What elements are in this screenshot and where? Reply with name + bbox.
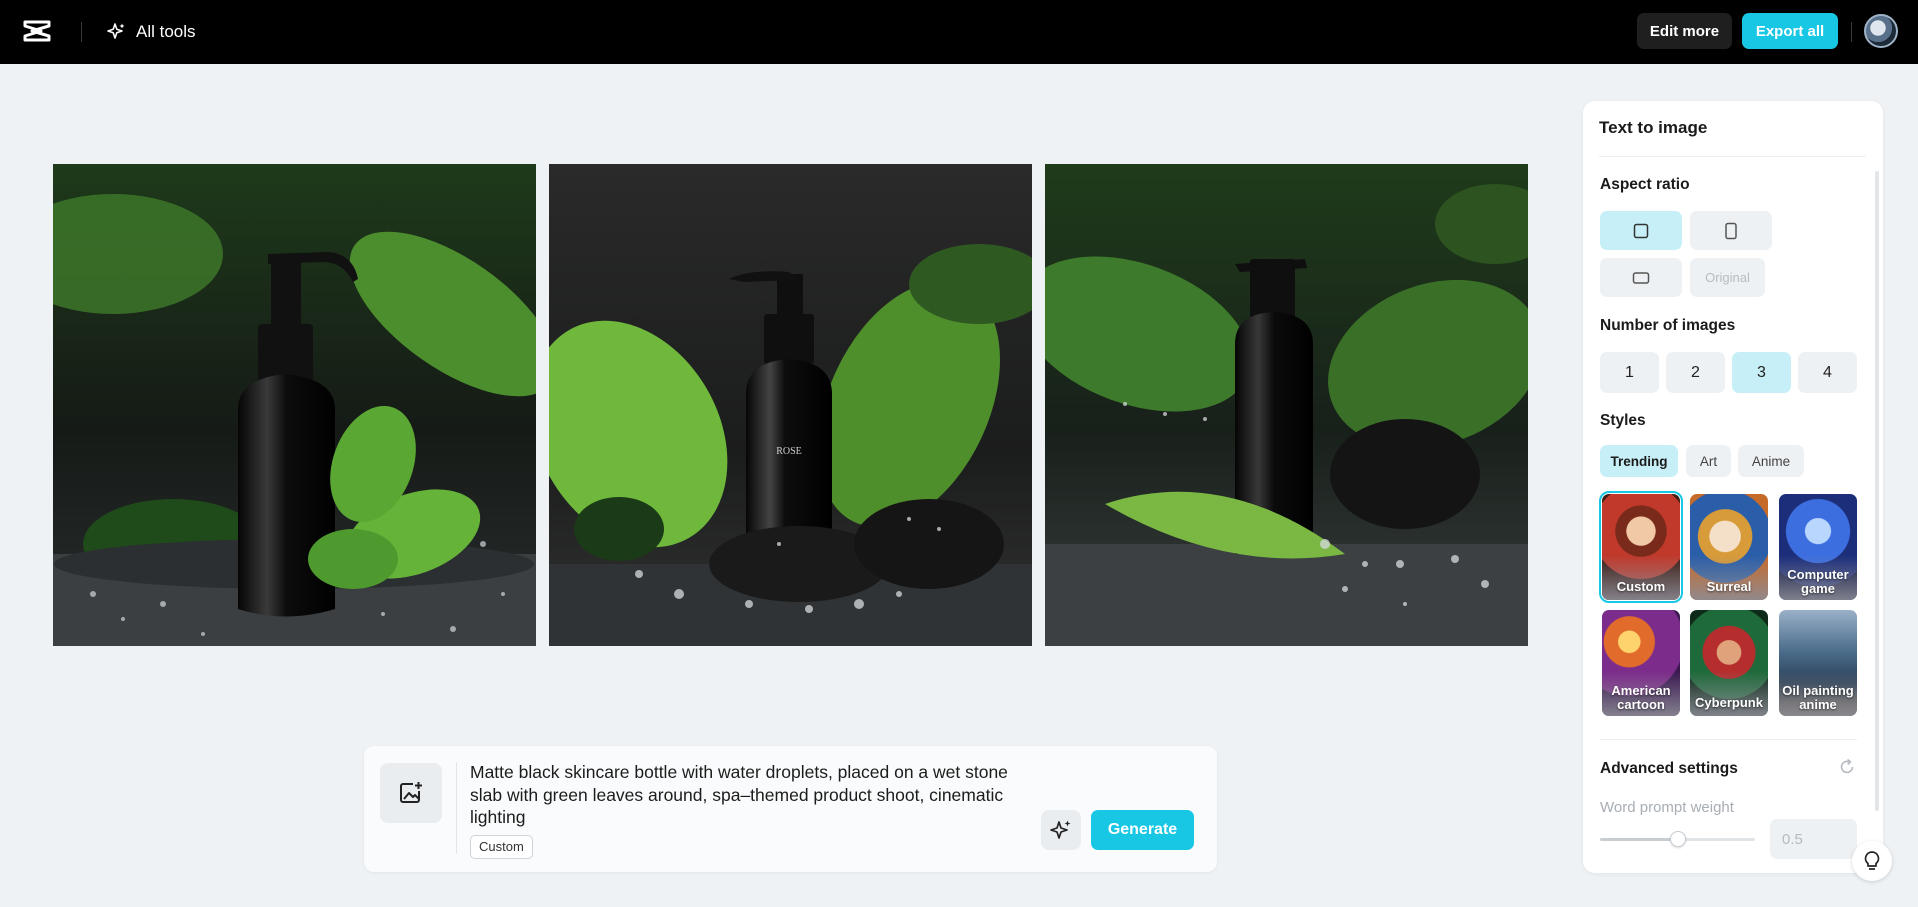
sparkle-icon [107, 23, 125, 39]
capcut-logo[interactable] [22, 18, 52, 44]
generate-button[interactable]: Generate [1091, 810, 1194, 850]
style-custom[interactable]: Custom [1599, 491, 1683, 603]
slider-handle[interactable] [1669, 831, 1686, 847]
tab-art[interactable]: Art [1686, 445, 1731, 477]
style-label: Cyberpunk [1695, 695, 1763, 710]
style-label: Surreal [1706, 579, 1752, 594]
panel-title: Text to image [1599, 118, 1708, 137]
generated-image-2[interactable]: ROSE [549, 164, 1032, 646]
style-surreal[interactable]: Surreal [1690, 494, 1768, 600]
word-prompt-weight-label: Word prompt weight [1600, 799, 1734, 816]
style-computer-game[interactable]: Computer game [1779, 494, 1857, 600]
tips-button[interactable] [1852, 841, 1892, 881]
lightbulb-icon [1864, 851, 1880, 870]
magic-sparkle-icon [1050, 820, 1071, 839]
style-label: Computer game [1787, 567, 1849, 596]
landscape-ratio-icon [1632, 271, 1650, 284]
divider [1599, 156, 1866, 157]
text-to-image-panel: Text to image Aspect ratio Original Numb… [1583, 101, 1883, 873]
divider [81, 22, 82, 42]
generated-image-1[interactable] [53, 164, 536, 646]
edit-more-button[interactable]: Edit more [1637, 13, 1732, 49]
style-label: American cartoon [1611, 683, 1671, 712]
all-tools-label: All tools [136, 22, 196, 41]
style-label: Custom [1616, 579, 1666, 594]
panel-scrollbar[interactable] [1875, 171, 1879, 811]
divider [1600, 739, 1857, 740]
number-of-images-label: Number of images [1600, 317, 1736, 334]
aspect-ratio-landscape[interactable] [1600, 258, 1682, 297]
aspect-ratio-original[interactable]: Original [1690, 258, 1765, 297]
style-american-cartoon[interactable]: American cartoon [1602, 610, 1680, 716]
image-count-1[interactable]: 1 [1600, 352, 1659, 393]
square-ratio-icon [1633, 223, 1649, 238]
style-label: Oil painting anime [1782, 683, 1854, 712]
add-reference-image-button[interactable] [380, 763, 442, 823]
style-tag[interactable]: Custom [470, 835, 533, 859]
divider [1851, 22, 1852, 42]
image-count-2[interactable]: 2 [1666, 352, 1725, 393]
styles-label: Styles [1600, 412, 1646, 429]
slider-fill [1600, 838, 1678, 841]
tab-trending[interactable]: Trending [1600, 445, 1678, 477]
style-oil-painting-anime[interactable]: Oil painting anime [1779, 610, 1857, 716]
portrait-ratio-icon [1725, 222, 1737, 239]
reset-icon[interactable] [1838, 758, 1856, 776]
aspect-ratio-label: Aspect ratio [1600, 176, 1690, 193]
export-all-button[interactable]: Export all [1742, 13, 1838, 49]
svg-text:ROSE: ROSE [776, 446, 802, 457]
image-count-3[interactable]: 3 [1732, 352, 1791, 393]
inspire-button[interactable] [1041, 810, 1081, 850]
advanced-settings-label: Advanced settings [1600, 760, 1738, 777]
prompt-panel: Matte black skincare bottle with water d… [364, 746, 1217, 872]
word-prompt-weight-input[interactable] [1770, 819, 1857, 859]
image-count-4[interactable]: 4 [1798, 352, 1857, 393]
all-tools-button[interactable]: All tools [106, 16, 196, 48]
user-avatar[interactable] [1864, 14, 1898, 48]
aspect-ratio-portrait[interactable] [1690, 211, 1772, 250]
original-label: Original [1705, 270, 1750, 285]
divider [456, 762, 457, 854]
top-bar: All tools Edit more Export all [0, 0, 1918, 64]
add-image-icon [400, 780, 424, 803]
tab-anime[interactable]: Anime [1738, 445, 1804, 477]
generated-image-3[interactable] [1045, 164, 1528, 646]
aspect-ratio-square[interactable] [1600, 211, 1682, 250]
prompt-input[interactable]: Matte black skincare bottle with water d… [470, 761, 1030, 829]
style-cyberpunk[interactable]: Cyberpunk [1690, 610, 1768, 716]
